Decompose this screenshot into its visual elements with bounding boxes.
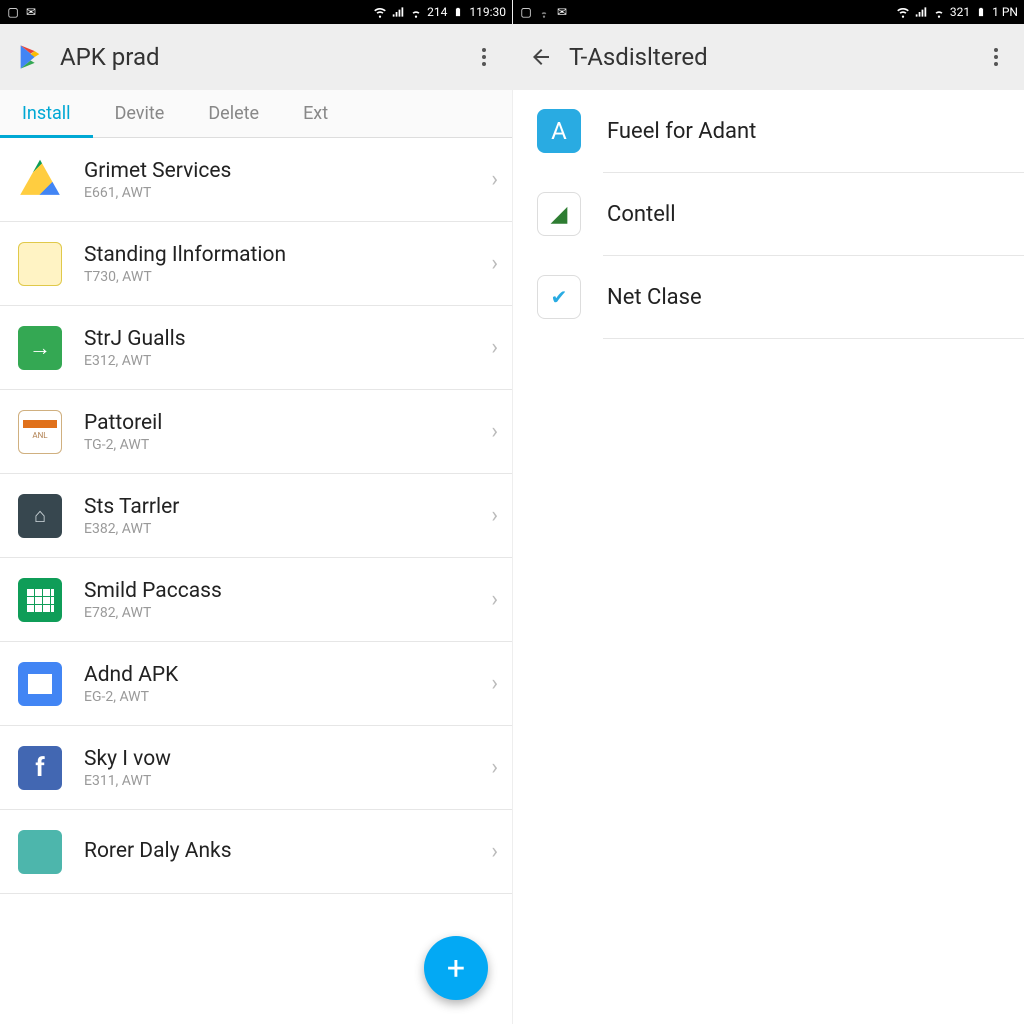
app-name: Pattoreil bbox=[84, 411, 162, 435]
status-number: 214 bbox=[427, 5, 447, 19]
fab-add-button[interactable]: + bbox=[424, 936, 488, 1000]
appbar-title: APK prad bbox=[60, 43, 160, 71]
chevron-right-icon: › bbox=[491, 503, 498, 528]
tab-bar: InstallDeviteDeleteExt bbox=[0, 90, 512, 138]
app-list: Grimet Services E661, AWT › Standing Iln… bbox=[0, 138, 512, 894]
back-button[interactable] bbox=[529, 45, 553, 69]
battery-icon bbox=[974, 5, 988, 19]
appbar-right: T-Asdisltered bbox=[513, 24, 1024, 90]
appbar-title: T-Asdisltered bbox=[569, 43, 708, 71]
app-label: Net Clase bbox=[607, 285, 702, 310]
chevron-right-icon: › bbox=[491, 839, 498, 864]
wifi-icon bbox=[896, 5, 910, 19]
list-item[interactable]: ⌂ Sts Tarrler E382, AWT › bbox=[0, 474, 512, 558]
tab-install[interactable]: Install bbox=[0, 90, 93, 137]
wifi2-icon bbox=[932, 5, 946, 19]
app-meta: T730, AWT bbox=[84, 269, 286, 285]
list-item[interactable]: Grimet Services E661, AWT › bbox=[0, 138, 512, 222]
app-icon: f bbox=[18, 746, 62, 790]
app-meta: E312, AWT bbox=[84, 353, 186, 369]
tab-ext[interactable]: Ext bbox=[281, 90, 350, 137]
app-name: Smild Paccass bbox=[84, 579, 222, 603]
statusbar-right: ▢ ✉ 321 1 PN bbox=[513, 0, 1024, 24]
list-item[interactable]: Smild Paccass E782, AWT › bbox=[0, 558, 512, 642]
chevron-right-icon: › bbox=[491, 755, 498, 780]
wifi-icon bbox=[373, 5, 387, 19]
overflow-menu-button[interactable] bbox=[984, 45, 1008, 69]
chevron-right-icon: › bbox=[491, 251, 498, 276]
app-meta: E382, AWT bbox=[84, 521, 179, 537]
app-icon: ⌂ bbox=[18, 494, 62, 538]
play-store-icon bbox=[16, 43, 44, 71]
chevron-right-icon: › bbox=[491, 587, 498, 612]
app-meta: E782, AWT bbox=[84, 605, 222, 621]
divider bbox=[603, 338, 1024, 339]
list-item[interactable]: A Fueel for Adant bbox=[513, 90, 1024, 172]
app-name: Rorer Daly Anks bbox=[84, 839, 232, 863]
overflow-menu-button[interactable] bbox=[472, 45, 496, 69]
app-icon bbox=[18, 578, 62, 622]
phone-left: ▢ ✉ 214 119:30 APK prad InstallDeviteDel… bbox=[0, 0, 512, 1024]
list-item[interactable]: → StrJ Gualls E312, AWT › bbox=[0, 306, 512, 390]
statusbar-left: ▢ ✉ 214 119:30 bbox=[0, 0, 512, 24]
app-meta: E311, AWT bbox=[84, 773, 171, 789]
list-item[interactable]: f Sky I vow E311, AWT › bbox=[0, 726, 512, 810]
list-item[interactable]: Adnd APK EG-2, AWT › bbox=[0, 642, 512, 726]
plus-icon: + bbox=[447, 949, 465, 987]
app-icon bbox=[18, 830, 62, 874]
wifi-small-icon bbox=[537, 5, 551, 19]
tab-devite[interactable]: Devite bbox=[93, 90, 187, 137]
app-label: Fueel for Adant bbox=[607, 119, 756, 144]
app-icon bbox=[18, 662, 62, 706]
download-icon: ▢ bbox=[6, 5, 20, 19]
download-icon: ▢ bbox=[519, 5, 533, 19]
app-icon: ◢ bbox=[537, 192, 581, 236]
app-icon: → bbox=[18, 326, 62, 370]
app-icon bbox=[18, 158, 62, 202]
app-name: Standing Ilnformation bbox=[84, 243, 286, 267]
list-item[interactable]: Standing Ilnformation T730, AWT › bbox=[0, 222, 512, 306]
app-icon: ANL bbox=[18, 410, 62, 454]
chevron-right-icon: › bbox=[491, 335, 498, 360]
status-time: 1 PN bbox=[992, 5, 1018, 19]
app-name: Sts Tarrler bbox=[84, 495, 179, 519]
app-label: Contell bbox=[607, 202, 676, 227]
list-item[interactable]: ANL Pattoreil TG-2, AWT › bbox=[0, 390, 512, 474]
app-icon: ✔ bbox=[537, 275, 581, 319]
phone-right: ▢ ✉ 321 1 PN T-Asdisltered A Fueel for A… bbox=[512, 0, 1024, 1024]
app-icon: A bbox=[537, 109, 581, 153]
chevron-right-icon: › bbox=[491, 671, 498, 696]
list-item[interactable]: ◢ Contell bbox=[513, 173, 1024, 255]
app-name: Adnd APK bbox=[84, 663, 178, 687]
status-number: 321 bbox=[950, 5, 970, 19]
app-meta: E661, AWT bbox=[84, 185, 231, 201]
envelope-icon: ✉ bbox=[24, 5, 38, 19]
signal-icon bbox=[391, 5, 405, 19]
chevron-right-icon: › bbox=[491, 167, 498, 192]
app-meta: TG-2, AWT bbox=[84, 437, 162, 453]
envelope-icon: ✉ bbox=[555, 5, 569, 19]
simple-list: A Fueel for Adant◢ Contell✔ Net Clase bbox=[513, 90, 1024, 339]
app-meta: EG-2, AWT bbox=[84, 689, 178, 705]
tab-delete[interactable]: Delete bbox=[186, 90, 281, 137]
status-time: 119:30 bbox=[469, 5, 506, 19]
battery-icon bbox=[451, 5, 465, 19]
app-name: StrJ Gualls bbox=[84, 327, 186, 351]
wifi2-icon bbox=[409, 5, 423, 19]
app-name: Sky I vow bbox=[84, 747, 171, 771]
appbar-left: APK prad bbox=[0, 24, 512, 90]
app-name: Grimet Services bbox=[84, 159, 231, 183]
app-icon bbox=[18, 242, 62, 286]
list-item[interactable]: ✔ Net Clase bbox=[513, 256, 1024, 338]
chevron-right-icon: › bbox=[491, 419, 498, 444]
list-item[interactable]: Rorer Daly Anks › bbox=[0, 810, 512, 894]
signal-icon bbox=[914, 5, 928, 19]
